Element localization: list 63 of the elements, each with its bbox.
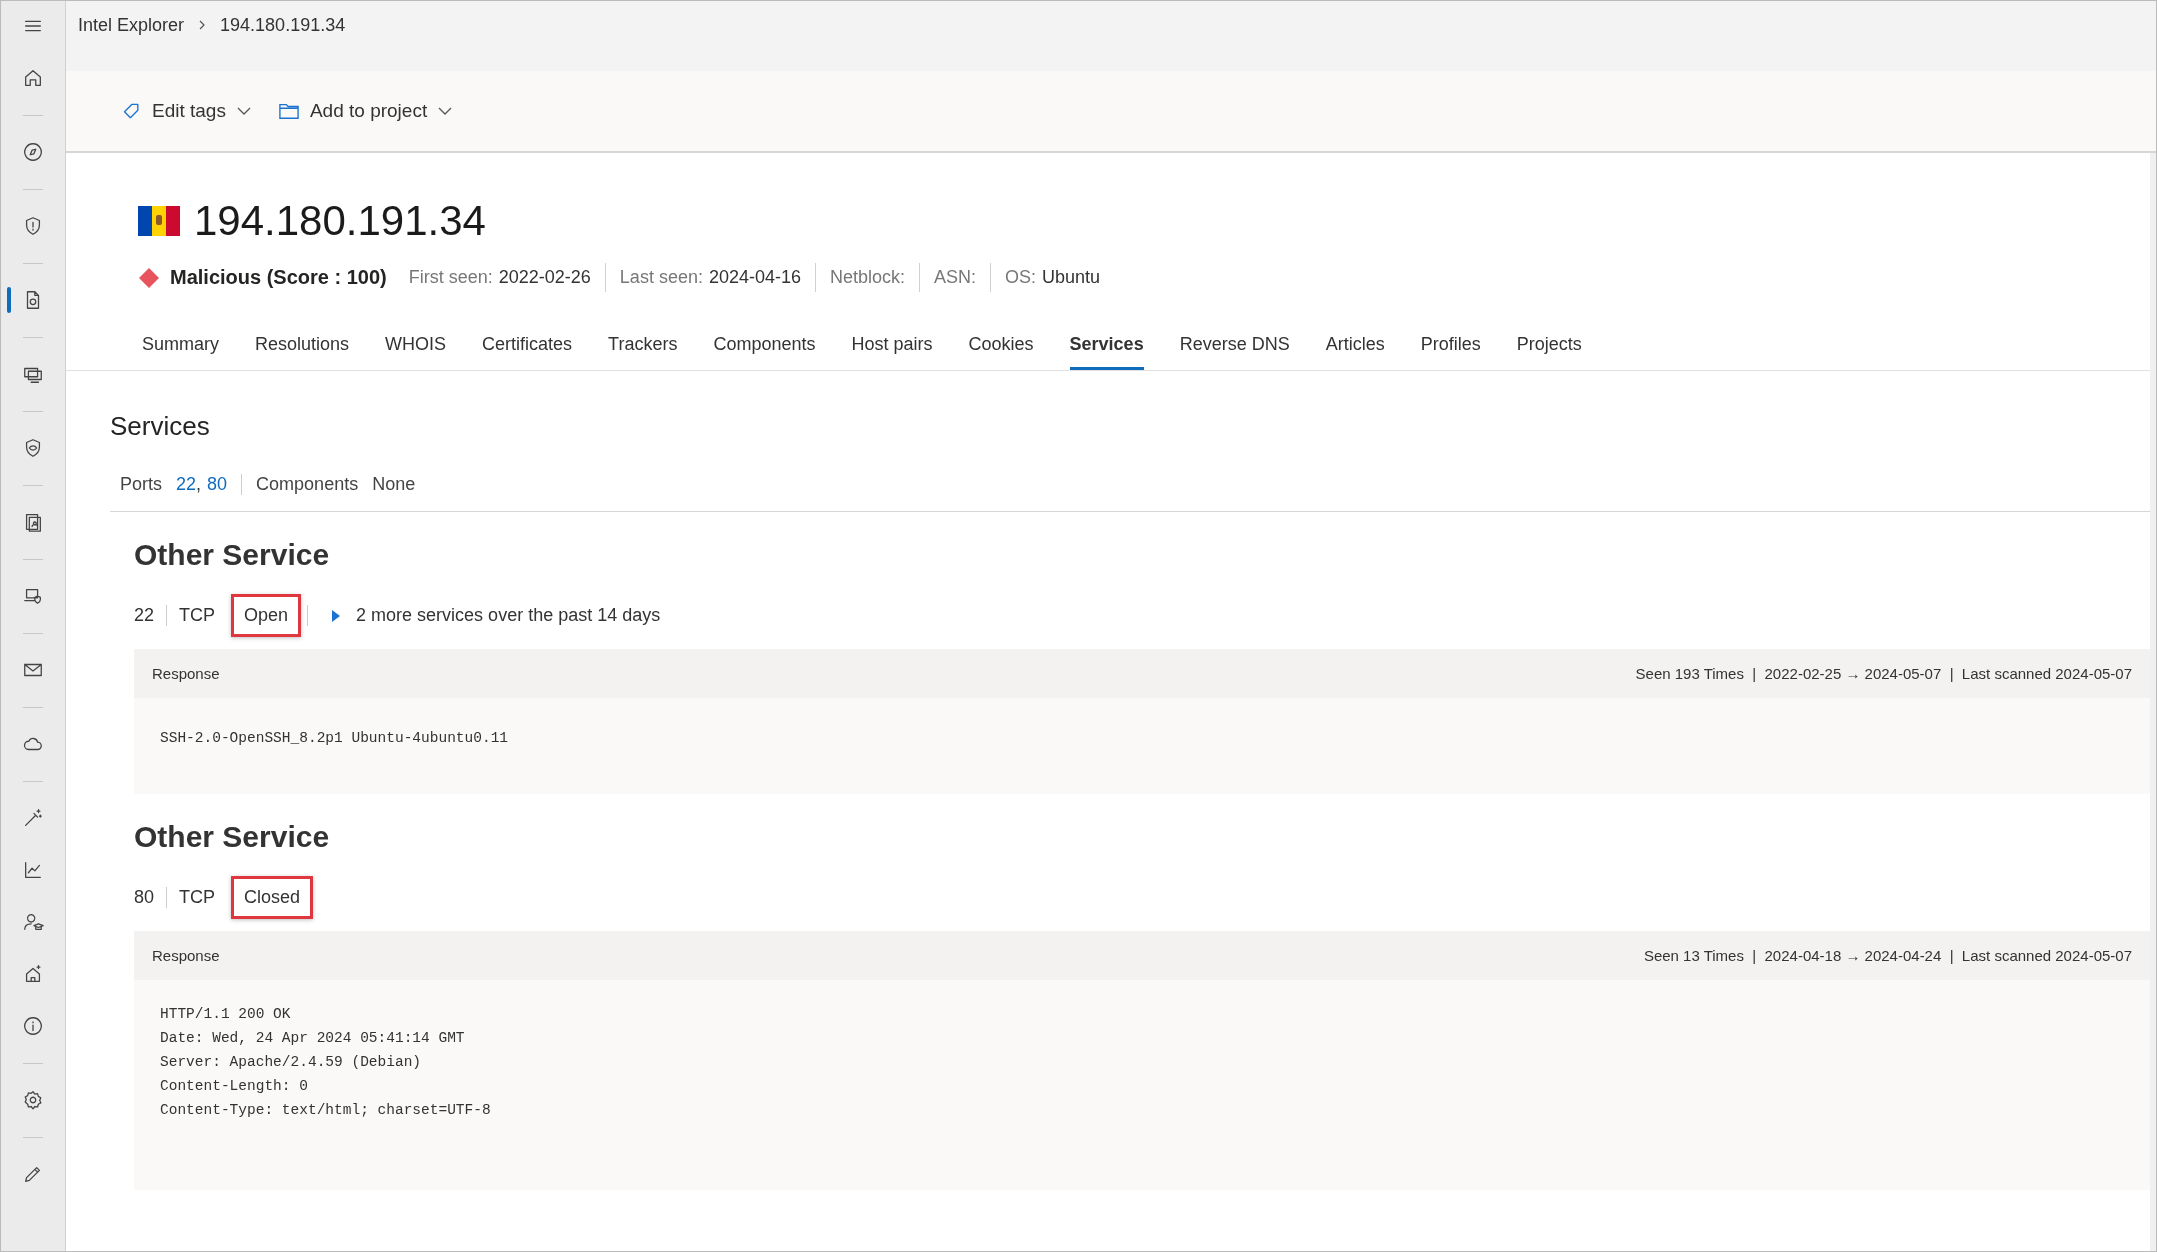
toolbar-button[interactable]: Add to project xyxy=(271,96,460,126)
tab[interactable]: Resolutions xyxy=(255,326,350,370)
folder-icon xyxy=(277,101,300,121)
tab[interactable]: Cookies xyxy=(968,326,1034,370)
tab[interactable]: Projects xyxy=(1516,326,1582,370)
meta-label: ASN: xyxy=(934,267,977,288)
tab[interactable]: Profiles xyxy=(1420,326,1481,370)
section-title: Services xyxy=(110,411,211,442)
meta-value: Ubuntu xyxy=(1042,267,1101,288)
port-link[interactable]: 22 xyxy=(176,474,197,495)
compass-icon xyxy=(22,141,44,163)
tab[interactable]: Components xyxy=(713,326,816,370)
ports-label: Ports xyxy=(120,474,163,495)
breadcrumb-current: 194.180.191.34 xyxy=(220,15,346,36)
tab[interactable]: WHOIS xyxy=(385,326,447,370)
meta-label: Last seen: xyxy=(619,267,703,288)
tab[interactable]: Certificates xyxy=(482,326,573,370)
response-line: HTTP/1.1 200 OK xyxy=(160,1005,292,1024)
protocol-label: TCP xyxy=(166,605,228,626)
meta-label: Netblock: xyxy=(830,267,906,288)
tab[interactable]: Host pairs xyxy=(851,326,933,370)
breadcrumb-link[interactable]: Intel Explorer xyxy=(78,15,185,36)
status-label: Open xyxy=(231,594,302,637)
components-label: Components xyxy=(241,474,373,495)
service-title: Other Service xyxy=(134,820,331,854)
verdict-label: Malicious (Score : 100) xyxy=(138,266,387,289)
response-stats: Seen 193 Times | 2022-02-25 → 2024-05-07 | Last scanned 2024-05-07 xyxy=(1635,665,2132,682)
meta-value: 2024-04-16 xyxy=(708,267,801,288)
status-label: Closed xyxy=(231,876,314,919)
response-stats: Seen 13 Times | 2024-04-18 → 2024-04-24 | Last scanned 2024-05-07 xyxy=(1643,947,2132,964)
components-value: None xyxy=(372,474,417,495)
tab[interactable]: Articles xyxy=(1325,326,1385,370)
meta-value: 2022-02-26 xyxy=(498,267,591,288)
ip-address-title: 194.180.191.34 xyxy=(194,197,486,245)
wand-icon xyxy=(22,807,44,829)
port-number: 80 xyxy=(134,887,156,908)
flag-icon xyxy=(138,206,180,236)
tag-icon xyxy=(122,101,142,121)
toolbar-button[interactable]: Edit tags xyxy=(116,96,258,126)
port-number: 22 xyxy=(134,605,156,626)
separator-text: , xyxy=(196,474,202,495)
response-line: Server: Apache/2.4.59 (Debian) xyxy=(160,1053,423,1072)
tab[interactable]: Trackers xyxy=(608,326,678,370)
response-label: Response xyxy=(152,665,220,682)
response-line: Date: Wed, 24 Apr 2024 05:41:14 GMT xyxy=(160,1029,466,1048)
tab[interactable]: Services xyxy=(1069,326,1144,370)
service-title: Other Service xyxy=(134,538,331,572)
person-cap-icon xyxy=(22,911,44,933)
home-icon xyxy=(22,67,44,89)
meta-label: First seen: xyxy=(408,267,493,288)
meta-label: OS: xyxy=(1005,267,1037,288)
port-link[interactable]: 80 xyxy=(207,474,228,495)
tab[interactable]: Summary xyxy=(142,326,219,370)
response-label: Response xyxy=(152,947,220,964)
response-line: Content-Length: 0 xyxy=(160,1077,309,1096)
protocol-label: TCP xyxy=(166,887,228,908)
tab[interactable]: Reverse DNS xyxy=(1179,326,1290,370)
response-line: Content-Type: text/html; charset=UTF-8 xyxy=(160,1101,492,1120)
response-line: SSH-2.0-OpenSSH_8.2p1 Ubuntu-4ubuntu0.11 xyxy=(160,729,510,748)
info-icon xyxy=(22,1015,44,1037)
settings-icon xyxy=(22,1089,44,1111)
chart-icon xyxy=(22,859,44,881)
expand-more-services[interactable]: 2 more services over the past 14 days xyxy=(330,605,661,626)
